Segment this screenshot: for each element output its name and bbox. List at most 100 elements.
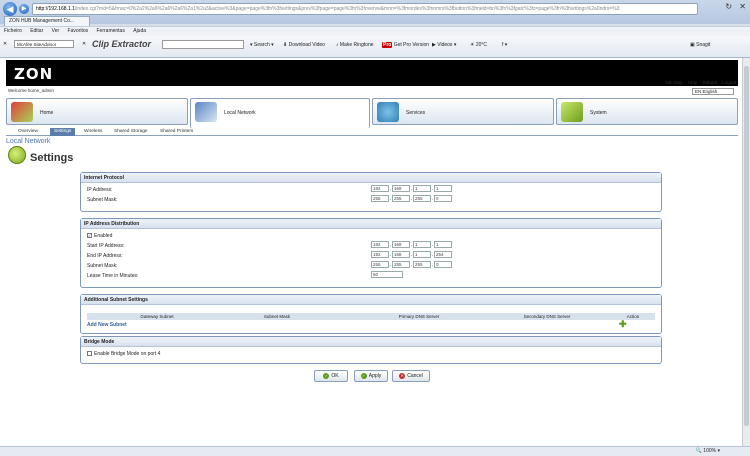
back-icon[interactable]: ◀ [3, 2, 17, 16]
reboot-link[interactable]: Reboot [702, 80, 717, 85]
clip-extractor-logo: Clip Extractor [92, 39, 152, 49]
ip-address-field: 192. 168. 1. 1 [371, 185, 452, 192]
browser-tab[interactable]: ZON HUB Management Co... [4, 16, 90, 26]
help-link[interactable]: Help [688, 80, 697, 85]
add-plus-icon[interactable]: ✚ [619, 320, 627, 329]
tab-system-label: System [590, 110, 607, 116]
end-ip-octet-input[interactable]: 254 [434, 251, 452, 258]
add-new-subnet-link[interactable]: Add New Subnet [87, 322, 127, 328]
mask-octet-input[interactable]: 0 [434, 195, 452, 202]
subnet-mask-label: Subnet Mask: [87, 197, 118, 203]
zoom-value: 100% [703, 448, 717, 454]
tab-system[interactable]: System [556, 98, 738, 125]
tab-home[interactable]: Home [6, 98, 188, 125]
language-select[interactable]: EN English [692, 88, 734, 95]
facebook-icon[interactable]: f ▾ [502, 42, 507, 48]
welcome-text: Welcome home_admin [8, 88, 54, 93]
scroll-thumb[interactable] [744, 66, 749, 426]
tab-services-label: Services [406, 110, 426, 116]
dhcp-mask-octet-input[interactable]: 255 [413, 261, 431, 268]
panel-title: Additional Subnet Settings [81, 295, 661, 305]
ringtone-button[interactable]: ♪ Make Ringtone [336, 42, 374, 48]
mcafee-label: McAfee SiteAdvisor [17, 42, 57, 47]
start-ip-octet-input[interactable]: 168 [392, 241, 410, 248]
apply-button[interactable]: ✓ Apply [354, 370, 388, 382]
site-map-link[interactable]: Site Map [665, 80, 683, 85]
refresh-icon[interactable]: ↻ [725, 2, 732, 11]
dhcp-enabled-checkbox[interactable]: ✓ [87, 233, 92, 239]
services-icon [377, 102, 399, 122]
mask-octet-input[interactable]: 255 [413, 195, 431, 202]
ip-octet-input[interactable]: 192 [371, 185, 389, 192]
mask-octet-input[interactable]: 255 [371, 195, 389, 202]
start-ip-octet-input[interactable]: 1 [434, 241, 452, 248]
menu-tools[interactable]: Ferramentas [97, 28, 125, 34]
toolbar-search-input[interactable] [162, 40, 244, 49]
videos-button[interactable]: ▶ Videos ▾ [432, 42, 456, 48]
ip-octet-input[interactable]: 168 [392, 185, 410, 192]
page-scrollbar[interactable] [742, 58, 750, 446]
end-ip-field: 192. 168. 1. 254 [371, 251, 452, 258]
ip-octet-input[interactable]: 1 [413, 185, 431, 192]
menu-favorites[interactable]: Favoritos [68, 28, 89, 34]
panel-title: Internet Protocol [81, 173, 661, 183]
snagit-button[interactable]: ▣ Snagit [690, 42, 710, 48]
app-header: ZON [6, 60, 738, 86]
subnet-table-header: Gateway Subnet Subnet Mask Primary DNS S… [87, 313, 655, 320]
cancel-icon: ✕ [399, 372, 406, 379]
dhcp-mask-octet-input[interactable]: 0 [434, 261, 452, 268]
subtab-shared-printers[interactable]: Shared Printers [156, 128, 197, 136]
subtab-overview[interactable]: Overview [14, 128, 42, 136]
end-ip-octet-input[interactable]: 192 [371, 251, 389, 258]
menu-file[interactable]: Ficheiro [4, 28, 22, 34]
address-bar[interactable]: http://192.168.1.1/index.cgi?rnd=5&frnac… [32, 3, 698, 15]
panel-title: IP Address Distribution [81, 219, 661, 229]
weather-button[interactable]: ☀ 20°C [470, 42, 487, 48]
start-ip-octet-input[interactable]: 1 [413, 241, 431, 248]
cancel-button[interactable]: ✕ Cancel [392, 370, 430, 382]
menu-help[interactable]: Ajuda [133, 28, 146, 34]
subtab-wireless[interactable]: Wireless [80, 128, 106, 136]
main-tabs: Home Local Network Services System [6, 98, 738, 128]
download-label: Download Video [288, 42, 325, 48]
system-icon [561, 102, 583, 122]
tab-local-network[interactable]: Local Network [190, 98, 370, 128]
forward-icon[interactable]: ▶ [19, 4, 29, 14]
status-bar: 🔍 100% ▾ [0, 446, 750, 456]
menu-view[interactable]: Ver [52, 28, 60, 34]
pro-badge: Pro [382, 42, 393, 48]
sub-tabs: Overview Settings Wireless Shared Storag… [6, 127, 738, 136]
end-ip-octet-input[interactable]: 168 [392, 251, 410, 258]
ip-octet-input[interactable]: 1 [434, 185, 452, 192]
subtab-shared-storage[interactable]: Shared Storage [110, 128, 152, 136]
router-page: ZON Site Map Help Reboot Logout Welcome … [0, 58, 742, 446]
close-icon[interactable]: ✕ [739, 2, 746, 11]
ok-button[interactable]: ✓ OK [314, 370, 348, 382]
dhcp-mask-label: Subnet Mask: [87, 263, 118, 269]
dhcp-mask-octet-input[interactable]: 255 [371, 261, 389, 268]
bridge-mode-checkbox[interactable] [87, 351, 92, 357]
lease-time-input[interactable]: 60 [371, 271, 403, 278]
menu-edit[interactable]: Editar [30, 28, 43, 34]
end-ip-octet-input[interactable]: 1 [413, 251, 431, 258]
zoom-level[interactable]: 🔍 100% ▾ [696, 447, 720, 456]
tab-services[interactable]: Services [372, 98, 554, 125]
mcafee-button[interactable]: McAfee SiteAdvisor [14, 40, 74, 48]
toolbar-close-icon[interactable]: ✕ [3, 41, 7, 47]
dhcp-mask-octet-input[interactable]: 255 [392, 261, 410, 268]
dhcp-mask-field: 255. 255. 255. 0 [371, 261, 452, 268]
dhcp-enabled-label: Enabled [94, 233, 113, 239]
tab-home-label: Home [40, 110, 54, 116]
toolbar-close-icon-2[interactable]: ✕ [82, 41, 86, 47]
pro-version-button[interactable]: Pro Get Pro Version [382, 42, 429, 48]
start-ip-octet-input[interactable]: 192 [371, 241, 389, 248]
url-path: /index.cgi?rnd=5&frnac=0%2a2%2a6%2a6%2a6… [74, 6, 620, 12]
search-button[interactable]: ▾ Search ▾ [250, 42, 274, 48]
mask-octet-input[interactable]: 255 [392, 195, 410, 202]
subtab-settings[interactable]: Settings [50, 128, 76, 136]
subnet-mask-field: 255. 255. 255. 0 [371, 195, 452, 202]
logout-link[interactable]: Logout [722, 80, 736, 85]
download-video-button[interactable]: ⬇ Download Video [283, 42, 325, 48]
ip-address-label: IP Address: [87, 187, 113, 193]
end-ip-label: End IP Address: [87, 253, 123, 259]
